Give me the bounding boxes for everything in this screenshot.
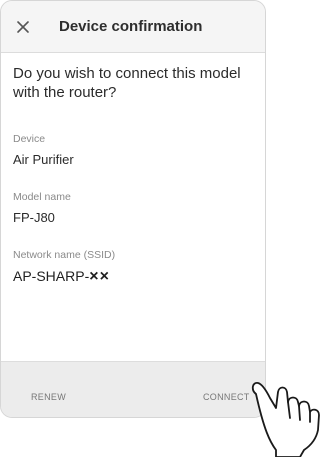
close-icon xyxy=(16,20,30,34)
ssid-value: AP-SHARP-×× xyxy=(13,268,110,286)
model-name-label: Model name xyxy=(13,191,71,203)
title-bar: Device confirmation xyxy=(1,1,265,53)
ssid-masked-suffix: ×× xyxy=(89,268,110,285)
renew-button[interactable]: RENEW xyxy=(31,392,66,402)
close-button[interactable] xyxy=(11,15,35,39)
stage: Device confirmation Do you wish to conne… xyxy=(0,0,334,457)
footer-bar: RENEW CONNECT xyxy=(1,361,265,417)
page-title: Device confirmation xyxy=(59,18,203,35)
pointing-hand-icon xyxy=(246,372,334,457)
device-confirmation-dialog: Device confirmation Do you wish to conne… xyxy=(0,0,266,418)
model-name-value: FP-J80 xyxy=(13,210,55,225)
content-area: Do you wish to connect this model with t… xyxy=(1,53,265,361)
connect-button[interactable]: CONNECT xyxy=(203,392,250,402)
ssid-label: Network name (SSID) xyxy=(13,249,116,261)
confirmation-question: Do you wish to connect this model with t… xyxy=(13,65,241,101)
ssid-prefix: AP-SHARP- xyxy=(13,268,90,284)
device-label: Device xyxy=(13,133,46,145)
device-value: Air Purifier xyxy=(13,152,74,167)
